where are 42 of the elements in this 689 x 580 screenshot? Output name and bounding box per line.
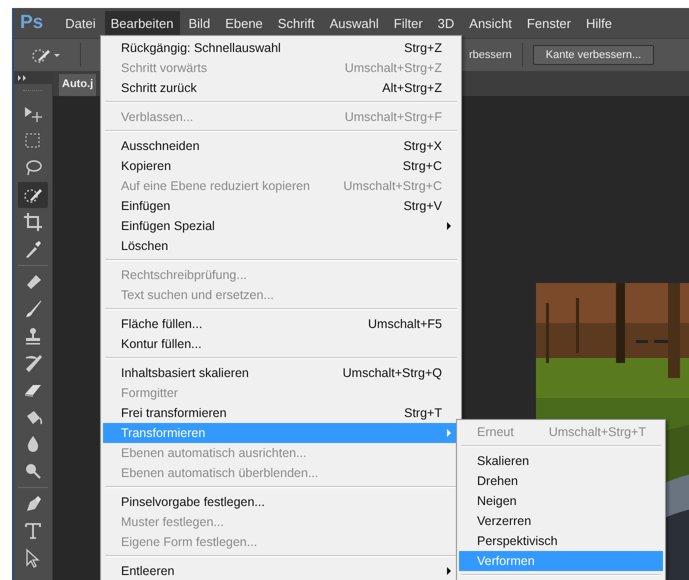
menu-bar-item[interactable]: Bild (182, 10, 216, 36)
menu-bar-item[interactable]: Datei (59, 10, 102, 36)
stamp-tool-icon[interactable] (23, 326, 43, 346)
menu-item[interactable]: Drehen (459, 471, 663, 491)
menu-item[interactable]: Skalieren (459, 451, 663, 471)
option-label: rbessern (469, 49, 512, 61)
menu-item[interactable]: Neigen (459, 491, 663, 511)
menu-bar-item[interactable]: Schrift (272, 10, 321, 36)
menu-item[interactable]: Frei transformieren Strg+T (103, 403, 459, 423)
menu-bar-item[interactable]: Bearbeiten (104, 10, 180, 36)
menu-bar-item[interactable]: Hilfe (580, 10, 618, 36)
menu-item[interactable]: Fläche füllen... Umschalt+F5 (103, 314, 459, 334)
menu-item[interactable]: Inhaltsbasiert skalieren Umschalt+Strg+Q (103, 363, 459, 383)
brush-tool-icon[interactable] (23, 299, 43, 319)
collapse-icon[interactable] (18, 75, 28, 81)
menu-item[interactable]: Kontur füllen... (103, 334, 459, 354)
menu-item[interactable]: Ausschneiden Strg+X (103, 136, 459, 156)
menu-item[interactable]: Einfügen Spezial (103, 216, 459, 236)
menu-item[interactable]: Schritt zurück Alt+Strg+Z (103, 78, 459, 98)
menu-bar-item[interactable]: Fenster (520, 10, 577, 36)
menu-item[interactable]: Pinselvorgabe festlegen... (103, 492, 459, 512)
refine-edge-button[interactable]: Kante verbessern... (532, 45, 654, 65)
menu-item[interactable]: Rückgängig: Schnellauswahl Strg+Z (103, 38, 459, 58)
document-tab[interactable]: Auto.j (59, 74, 96, 96)
menu-item[interactable]: Verzerren (459, 511, 663, 531)
app-logo: Ps (20, 12, 44, 34)
menu-item[interactable]: Kopieren Strg+C (103, 156, 459, 176)
menu-bar-item[interactable]: Ansicht (463, 10, 518, 36)
move-tool-icon[interactable] (23, 104, 43, 124)
menu-item[interactable]: Perspektivisch (459, 531, 663, 551)
menu-item[interactable]: Entleeren (103, 561, 459, 580)
menu-bar-item[interactable]: 3D (432, 10, 460, 36)
eyedropper-tool-icon[interactable] (23, 239, 43, 259)
history-brush-tool-icon[interactable] (23, 353, 43, 373)
type-tool-icon[interactable] (23, 521, 43, 541)
dodge-tool-icon[interactable] (23, 461, 43, 481)
menu-bar-item[interactable]: Auswahl (324, 10, 385, 36)
menu-item[interactable]: Einfügen Strg+V (103, 196, 459, 216)
menu-item[interactable]: Löschen (103, 236, 459, 256)
crop-tool-icon[interactable] (23, 212, 43, 232)
menu-bar-item[interactable]: Ebene (219, 10, 269, 36)
menu-bar-item[interactable]: Filter (388, 10, 429, 36)
